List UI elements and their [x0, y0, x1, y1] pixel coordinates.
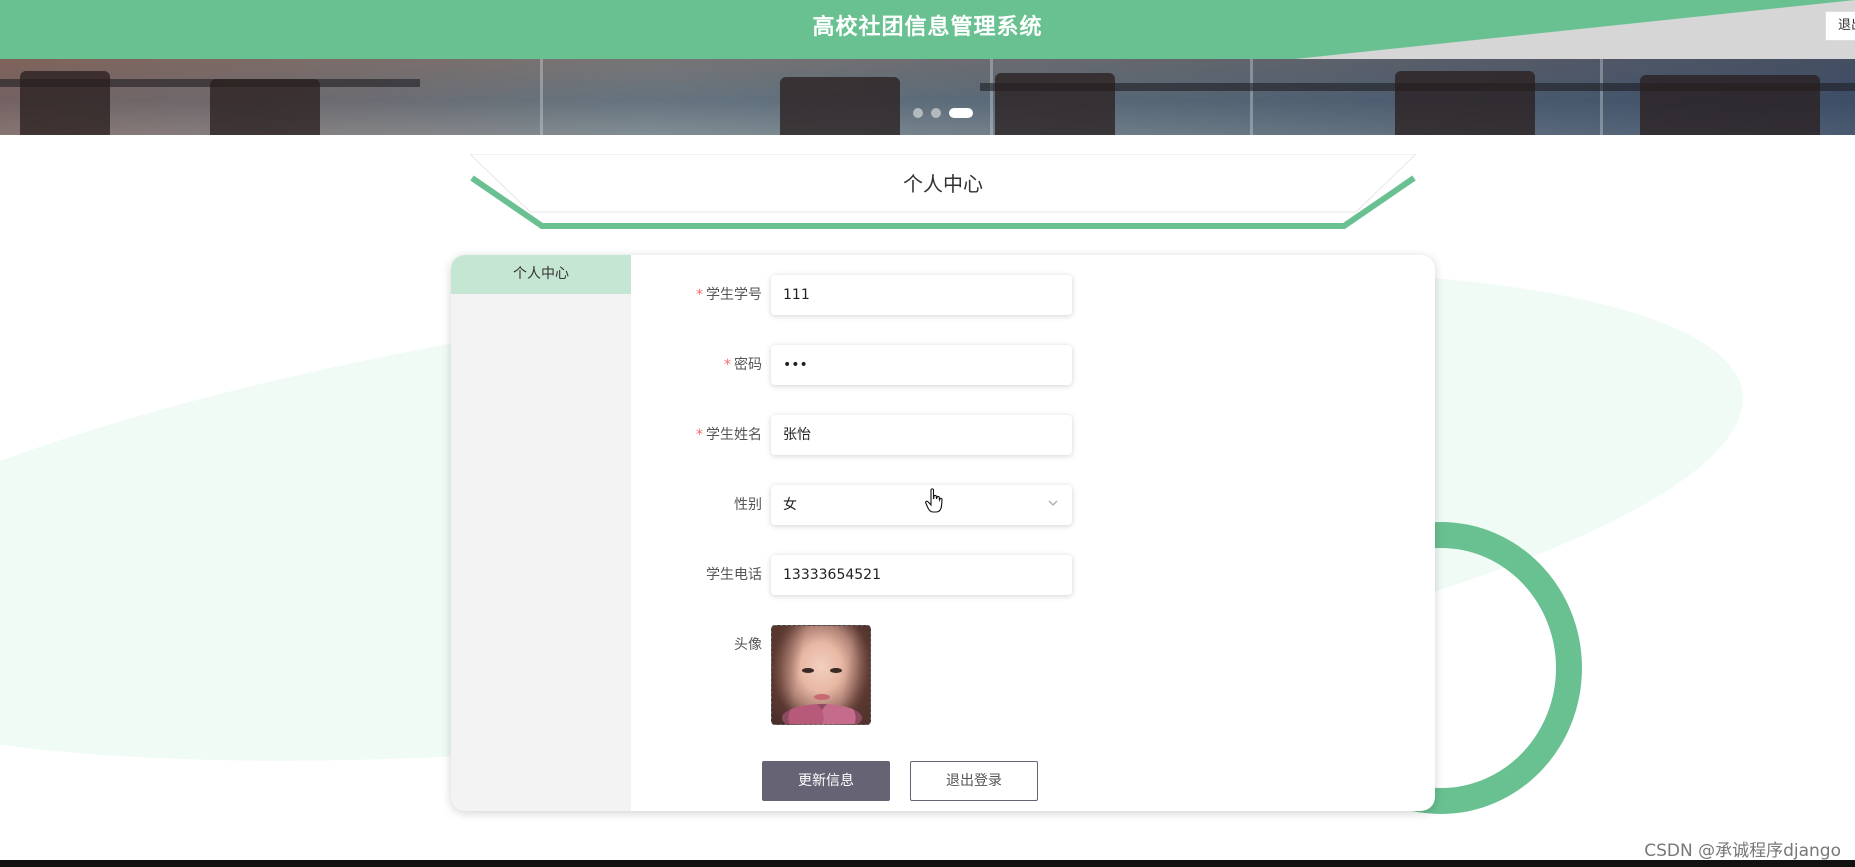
password-label: * 密码	[724, 357, 762, 373]
carousel-dot[interactable]	[913, 108, 923, 118]
required-star: *	[696, 287, 703, 303]
banner-chair	[1395, 71, 1535, 135]
banner-chair	[20, 71, 110, 135]
bottom-strip	[0, 860, 1855, 867]
profile-form: *学生学号 *密码 *学生姓名 性别 女 学生电话 头像	[631, 255, 1435, 811]
avatar-eyes	[802, 668, 842, 674]
sidebar: 个人中心	[451, 255, 631, 811]
update-info-button[interactable]: 更新信息	[762, 761, 890, 801]
gender-select[interactable]: 女	[771, 485, 1072, 525]
required-star: *	[724, 357, 731, 373]
student-name-label: * 学生姓名	[696, 427, 762, 443]
student-no-input[interactable]	[771, 275, 1072, 315]
hand-cursor-icon	[925, 488, 943, 513]
app-title: 高校社团信息管理系统	[812, 15, 1043, 40]
required-star: *	[696, 427, 703, 443]
banner-carousel	[0, 59, 1855, 135]
banner-chair	[780, 77, 900, 135]
banner-chair	[1640, 75, 1820, 135]
banner-window-frame	[540, 59, 543, 135]
sidebar-item-personal-center[interactable]: 个人中心	[451, 255, 631, 294]
top-header: 高校社团信息管理系统 退出	[0, 0, 1855, 59]
banner-window-frame	[1250, 59, 1253, 135]
chevron-down-icon	[1048, 500, 1058, 506]
password-input[interactable]	[771, 345, 1072, 385]
phone-label: 学生电话	[706, 567, 762, 583]
section-title: 个人中心	[903, 172, 983, 196]
watermark: CSDN @承诚程序django	[1644, 841, 1841, 861]
header-logout-button[interactable]: 退出	[1825, 11, 1855, 41]
avatar-label: 头像	[734, 637, 762, 653]
avatar-upload[interactable]	[771, 625, 871, 725]
logout-button[interactable]: 退出登录	[910, 761, 1038, 801]
carousel-indicators	[913, 108, 973, 118]
banner-chair	[995, 73, 1115, 135]
carousel-dot[interactable]	[931, 108, 941, 118]
phone-input[interactable]	[771, 555, 1072, 595]
carousel-dot-active[interactable]	[949, 108, 973, 118]
student-no-label: * 学生学号	[696, 287, 762, 303]
avatar-lips	[814, 694, 830, 700]
banner-window-frame	[990, 59, 993, 135]
section-header: 个人中心	[470, 154, 1416, 230]
profile-card: 个人中心 *学生学号 *密码 *学生姓名 性别 女 学生电话	[451, 255, 1435, 811]
banner-chair	[210, 79, 320, 135]
gender-selected-value: 女	[783, 497, 797, 513]
gender-label: 性别	[734, 497, 762, 513]
student-name-input[interactable]	[771, 415, 1072, 455]
banner-window-frame	[1600, 59, 1603, 135]
avatar-flowers	[782, 704, 862, 724]
